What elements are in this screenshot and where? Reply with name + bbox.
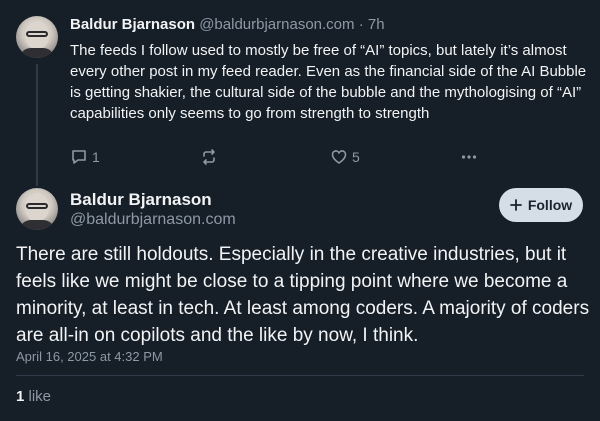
- speech-bubble-icon: [72, 150, 86, 164]
- main-author-handle[interactable]: @baldurbjarnason.com: [70, 211, 236, 229]
- reply-button[interactable]: 1: [70, 148, 100, 166]
- reply-text: The feeds I follow used to mostly be fre…: [70, 42, 587, 122]
- ellipsis-icon: [461, 155, 477, 159]
- repost-button[interactable]: [200, 148, 218, 166]
- more-options-button[interactable]: [460, 148, 478, 166]
- reply-separator: ·: [358, 16, 364, 33]
- post-timestamp[interactable]: April 16, 2025 at 4:32 PM: [16, 349, 163, 364]
- main-author-name[interactable]: Baldur Bjarnason: [70, 190, 212, 210]
- follow-button[interactable]: Follow: [499, 188, 583, 222]
- plus-icon: [509, 199, 522, 211]
- reply-author-handle[interactable]: @baldurbjarnason.com: [199, 16, 354, 33]
- likes-count: 1: [16, 388, 25, 405]
- reply-author-name[interactable]: Baldur Bjarnason: [70, 16, 195, 33]
- follow-label: Follow: [527, 197, 573, 213]
- reply-header: Baldur Bjarnason @baldurbjarnason.com · …: [70, 16, 385, 33]
- thread-line: [36, 64, 38, 186]
- reply-time[interactable]: 7h: [368, 16, 385, 33]
- main-post-text: There are still holdouts. Especially in …: [16, 244, 590, 346]
- main-author-avatar[interactable]: [16, 188, 58, 230]
- divider: [16, 375, 584, 376]
- repost-arrows-icon: [203, 149, 215, 165]
- like-count: 5: [352, 149, 360, 165]
- reply-count: 1: [92, 149, 100, 165]
- heart-icon: [331, 150, 347, 164]
- likes-summary[interactable]: 1 like: [16, 388, 51, 405]
- like-button[interactable]: 5: [330, 148, 360, 166]
- likes-label: like: [28, 388, 52, 405]
- reply-author-avatar[interactable]: [16, 16, 58, 58]
